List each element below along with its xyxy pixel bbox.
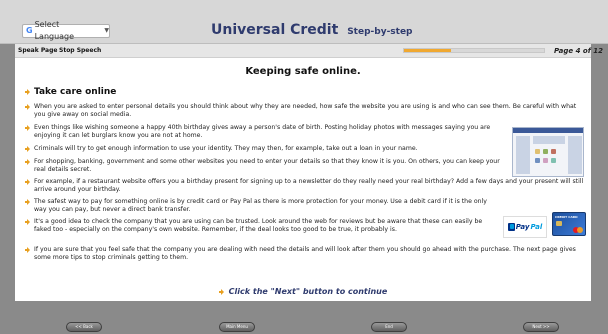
paragraph: Criminals will try to get enough informa…: [25, 145, 509, 153]
next-button[interactable]: Next >>: [523, 322, 559, 332]
paragraph-text: If you are sure that you feel safe that …: [34, 246, 576, 261]
language-select[interactable]: G Select Language ▼: [22, 20, 110, 41]
paragraph: When you are asked to enter personal det…: [25, 103, 585, 119]
screenshot-sidebar: [516, 136, 530, 174]
speaker-icon[interactable]: [25, 125, 31, 131]
speaker-icon[interactable]: [25, 247, 31, 253]
content-panel: Speak Page Stop Speech Page 4 of 12 Keep…: [15, 44, 603, 301]
card-brand-icon: [577, 227, 583, 233]
paragraph: It's a good idea to check the company th…: [25, 218, 497, 234]
paragraph-text: For shopping, banking, government and so…: [34, 158, 500, 173]
dropdown-arrow-icon: ▼: [104, 27, 109, 34]
navigation-bar: << Back Main Menu End Next >>: [0, 301, 608, 334]
photo-thumbnail: [535, 158, 540, 163]
card-chip-icon: [556, 221, 562, 226]
paragraph-text: When you are asked to enter personal det…: [34, 103, 577, 118]
photo-thumbnail: [551, 149, 556, 154]
speech-toolbar: Speak Page Stop Speech Page 4 of 12: [15, 44, 603, 58]
paypal-text-pal: Pal: [530, 223, 543, 231]
page-indicator: Page 4 of 12: [554, 47, 603, 55]
paragraph: For shopping, banking, government and so…: [25, 158, 509, 174]
paragraph: Even things like wishing someone a happy…: [25, 124, 509, 140]
paragraph: If you are sure that you feel safe that …: [25, 246, 587, 262]
paragraph-text: The safest way to pay for something onli…: [34, 198, 487, 213]
paragraph-text: Criminals will try to get enough informa…: [34, 145, 418, 152]
continue-instruction: Click the "Next" button to continue: [15, 287, 591, 296]
screenshot-header-bar: [513, 128, 583, 133]
speaker-icon[interactable]: [25, 199, 31, 205]
credit-card-label: CREDIT CARD: [555, 215, 578, 219]
continue-instruction-text: Click the "Next" button to continue: [228, 287, 388, 296]
paypal-logo: Pay Pal: [503, 216, 547, 238]
speaker-icon[interactable]: [25, 146, 31, 152]
app-title-text: Universal Credit: [211, 22, 339, 38]
photo-thumbnail: [551, 158, 556, 163]
speak-page-button[interactable]: Speak Page: [18, 47, 57, 54]
speaker-icon[interactable]: [218, 288, 225, 295]
end-button[interactable]: End: [371, 322, 407, 332]
google-g-icon: G: [26, 26, 33, 35]
header: G Select Language ▼ Universal Credit Ste…: [0, 0, 608, 44]
language-select-label: Select Language: [34, 20, 75, 41]
paypal-text-pay: Pay: [515, 223, 530, 231]
section-heading: Take care online: [25, 87, 116, 97]
paragraph: The safest way to pay for something onli…: [25, 198, 497, 214]
speaker-icon[interactable]: [25, 159, 31, 165]
speaker-icon[interactable]: [25, 89, 31, 95]
screenshot-post: [533, 136, 565, 144]
speaker-icon[interactable]: [25, 179, 31, 185]
photo-thumbnail: [535, 149, 540, 154]
photo-thumbnail: [543, 149, 548, 154]
main-menu-button[interactable]: Main Menu: [219, 322, 255, 332]
paragraph-text: Even things like wishing someone a happy…: [34, 124, 491, 139]
social-media-screenshot-image: [512, 127, 584, 177]
page-title: Keeping safe online.: [245, 66, 361, 77]
stop-speech-button[interactable]: Stop Speech: [59, 47, 101, 54]
app-title: Universal Credit Step-by-step: [211, 22, 413, 38]
progress-fill: [404, 49, 451, 52]
app-frame: G Select Language ▼ Universal Credit Ste…: [0, 0, 608, 334]
speaker-icon[interactable]: [25, 219, 31, 225]
paypal-mark-icon: [507, 223, 515, 231]
section-heading-text: Take care online: [34, 87, 117, 97]
paragraph-text: For example, if a restaurant website off…: [34, 178, 584, 193]
paragraph-text: It's a good idea to check the company th…: [34, 218, 483, 233]
credit-card-image: CREDIT CARD: [552, 212, 586, 236]
screenshot-column: [568, 136, 582, 174]
progress-bar: [403, 48, 545, 53]
back-button[interactable]: << Back: [66, 322, 102, 332]
paragraph: For example, if a restaurant website off…: [25, 178, 587, 194]
app-subtitle: Step-by-step: [347, 27, 413, 37]
speaker-icon[interactable]: [25, 104, 31, 110]
photo-thumbnail: [543, 158, 548, 163]
